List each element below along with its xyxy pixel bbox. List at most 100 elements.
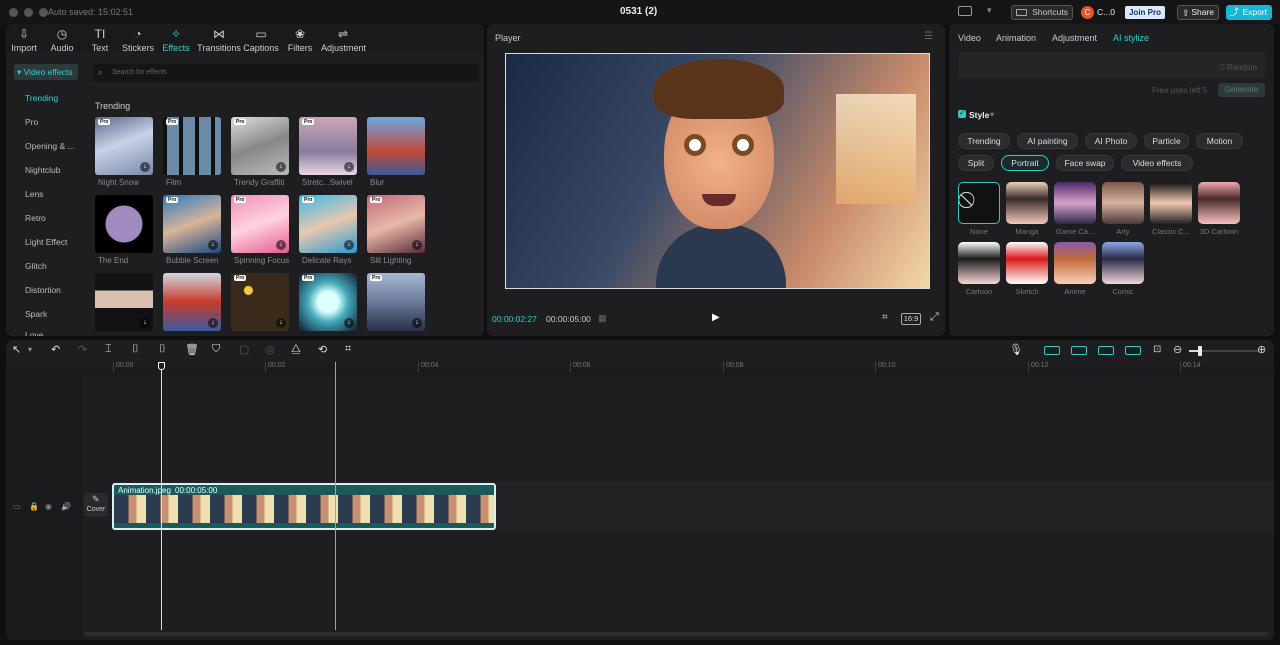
effect-spinning-focus[interactable]: Pro ↓ xyxy=(231,195,289,253)
split-left-icon[interactable]: ⌷ xyxy=(132,343,139,356)
style-classic-cartoon[interactable] xyxy=(1150,182,1192,224)
export-button[interactable]: ⤴ Export xyxy=(1226,5,1272,20)
style-tab-ai-painting[interactable]: AI painting xyxy=(1017,133,1078,149)
sidebar-item-retro[interactable]: Retro xyxy=(25,213,46,223)
style-cartoon[interactable] xyxy=(958,242,1000,284)
effect-delicate-rays[interactable]: Pro ↓ xyxy=(299,195,357,253)
style-checkbox[interactable]: ✓ xyxy=(958,110,966,118)
select-tool-icon[interactable]: ↖ xyxy=(12,343,21,356)
sidebar-item-pro[interactable]: Pro xyxy=(25,117,38,127)
style-tab-trending[interactable]: Trending xyxy=(958,133,1010,149)
undo-icon[interactable]: ↶ xyxy=(51,343,60,356)
download-icon[interactable]: ↓ xyxy=(208,318,218,328)
sidebar-item-opening[interactable]: Opening & ... xyxy=(25,141,75,151)
crop-icon[interactable]: ⌗ xyxy=(345,343,351,356)
redo-icon[interactable]: ↷ xyxy=(78,343,87,356)
style-tab-portrait[interactable]: Portrait xyxy=(1001,155,1049,171)
play-button[interactable]: ▶ xyxy=(712,312,720,323)
video-preview[interactable] xyxy=(505,53,930,289)
timecode-grid-icon[interactable]: ▦ xyxy=(598,313,607,324)
effect-item-15[interactable]: Pro ↓ xyxy=(367,273,425,331)
rotate-icon[interactable]: ⟲ xyxy=(318,343,327,356)
playhead[interactable] xyxy=(161,362,162,630)
tab-effects[interactable]: ✧ Effects xyxy=(154,27,198,53)
download-icon[interactable]: ↓ xyxy=(276,162,286,172)
effect-trendy-graffiti[interactable]: Pro ↓ xyxy=(231,117,289,175)
style-arty[interactable] xyxy=(1102,182,1144,224)
style-tab-face-swap[interactable]: Face swap xyxy=(1056,155,1114,171)
preview-axis-icon[interactable] xyxy=(1098,346,1114,355)
effect-item-11[interactable]: ↓ xyxy=(95,273,153,331)
auto-snap-icon[interactable] xyxy=(1044,346,1060,355)
marker-icon[interactable]: ⛉ xyxy=(212,343,220,356)
main-track-magnet-icon[interactable] xyxy=(1125,346,1141,355)
download-icon[interactable]: ↓ xyxy=(208,240,218,250)
mirror-icon[interactable]: ⧋ xyxy=(291,343,301,356)
effect-stretch-swivel[interactable]: Pro ↓ xyxy=(299,117,357,175)
tab-adjustment[interactable]: ⇌ Adjustment xyxy=(321,27,366,53)
tab-captions[interactable]: ▭ Captions xyxy=(239,27,283,53)
delete-icon[interactable]: 🗑 xyxy=(185,343,199,356)
playhead-handle[interactable] xyxy=(158,362,165,370)
effect-the-end[interactable] xyxy=(95,195,153,253)
style-comic[interactable] xyxy=(1102,242,1144,284)
style-tab-motion[interactable]: Motion xyxy=(1196,133,1243,149)
tab-adjustment-right[interactable]: Adjustment xyxy=(1052,33,1097,43)
effect-slit-lighting[interactable]: Pro ↓ xyxy=(367,195,425,253)
zoom-out-icon[interactable]: ⊖ xyxy=(1173,343,1182,356)
video-effects-category[interactable]: ▾ Video effects xyxy=(14,64,78,80)
download-icon[interactable]: ↓ xyxy=(140,318,150,328)
timeline-ruler[interactable]: 00:00 00:02 00:04 00:06 00:08 00:10 00:1… xyxy=(6,362,1274,376)
zoom-slider-handle[interactable] xyxy=(1198,346,1202,356)
visibility-icon[interactable]: ◉ xyxy=(45,502,52,511)
maximize-window-button[interactable] xyxy=(39,8,48,17)
effect-item-13[interactable]: Pro ↓ xyxy=(231,273,289,331)
prompt-input[interactable]: ⤨ Random xyxy=(958,52,1265,78)
effect-film[interactable]: Pro xyxy=(163,117,221,175)
captions-toggle-icon[interactable]: ⊡ xyxy=(1153,344,1161,355)
video-clip[interactable]: Animation.jpeg 00:00:05:00 xyxy=(112,483,496,530)
fit-view-icon[interactable]: ⌗ xyxy=(882,312,888,323)
aspect-ratio-button[interactable]: 16:9 xyxy=(901,313,921,325)
download-icon[interactable]: ↓ xyxy=(412,240,422,250)
split-right-icon[interactable]: ⌷ xyxy=(159,343,166,356)
sidebar-item-lens[interactable]: Lens xyxy=(25,189,43,199)
style-3d-cartoon[interactable] xyxy=(1198,182,1240,224)
tab-filters[interactable]: ❀ Filters xyxy=(278,27,322,53)
effect-item-14[interactable]: Pro ↓ xyxy=(299,273,357,331)
generate-button[interactable]: Generate xyxy=(1218,83,1265,97)
tab-video[interactable]: Video xyxy=(958,33,981,43)
download-icon[interactable]: ↓ xyxy=(140,162,150,172)
layout-dropdown-icon[interactable]: ▾ xyxy=(987,5,992,16)
style-tab-particle[interactable]: Particle xyxy=(1144,133,1189,149)
sidebar-item-distortion[interactable]: Distortion xyxy=(25,285,61,295)
linkage-icon[interactable] xyxy=(1071,346,1087,355)
zoom-in-icon[interactable]: ⊕ xyxy=(1257,343,1266,356)
join-pro-button[interactable]: Join Pro xyxy=(1125,6,1165,19)
style-none[interactable]: ⃠ xyxy=(958,182,1000,224)
style-sketch[interactable] xyxy=(1006,242,1048,284)
random-button[interactable]: ⤨ Random xyxy=(1218,63,1257,73)
user-account[interactable]: C C...0 xyxy=(1081,5,1123,20)
microphone-icon[interactable]: 🎙 xyxy=(1009,343,1023,356)
effect-item-12[interactable]: ↓ xyxy=(163,273,221,331)
sidebar-item-glitch[interactable]: Glitch xyxy=(25,261,47,271)
download-icon[interactable]: ↓ xyxy=(344,318,354,328)
sidebar-item-nightclub[interactable]: Nightclub xyxy=(25,165,60,175)
style-tab-split[interactable]: Split xyxy=(958,155,994,171)
download-icon[interactable]: ↓ xyxy=(276,240,286,250)
minimize-window-button[interactable] xyxy=(24,8,33,17)
style-game-cartoon[interactable] xyxy=(1054,182,1096,224)
split-icon[interactable]: ⌶ xyxy=(105,343,112,356)
audio-mute-icon[interactable]: 🔊 xyxy=(61,502,71,511)
menu-icon[interactable]: ☰ xyxy=(924,31,933,42)
tab-animation[interactable]: Animation xyxy=(996,33,1036,43)
close-window-button[interactable] xyxy=(9,8,18,17)
style-anime[interactable] xyxy=(1054,242,1096,284)
sidebar-item-love[interactable]: Love xyxy=(25,330,43,336)
shortcuts-button[interactable]: Shortcuts xyxy=(1011,5,1073,20)
tab-transitions[interactable]: ⋈ Transitions xyxy=(197,27,241,53)
download-icon[interactable]: ↓ xyxy=(276,318,286,328)
sidebar-item-light-effect[interactable]: Light Effect xyxy=(25,237,67,247)
style-manga[interactable] xyxy=(1006,182,1048,224)
